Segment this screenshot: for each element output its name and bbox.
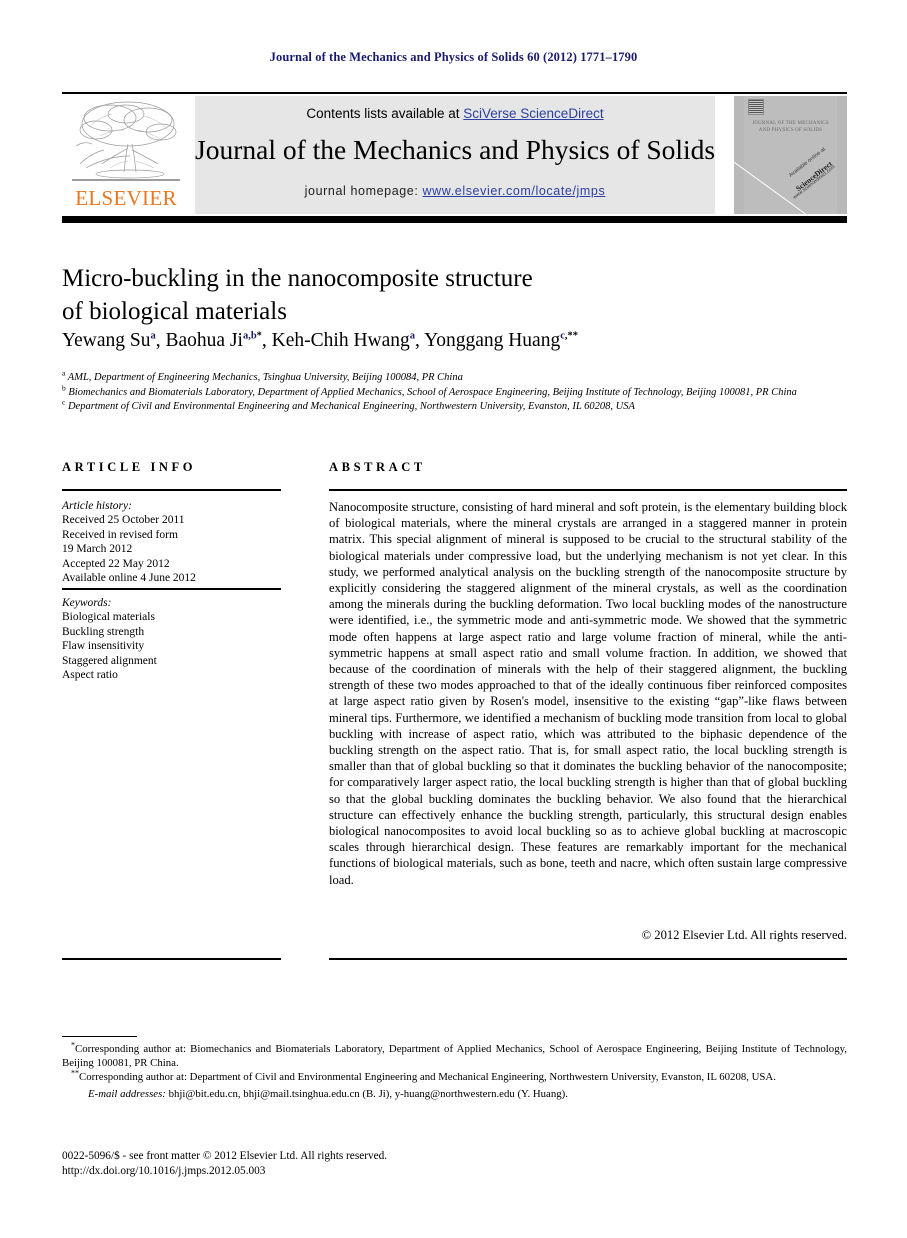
keyword-item: Flaw insensitivity <box>62 640 145 653</box>
abstract-header: ABSTRACT <box>329 460 426 474</box>
email-addresses-value: bhji@bit.edu.cn, bhji@mail.tsinghua.edu.… <box>168 1087 568 1100</box>
article-info-top-rule <box>62 489 281 491</box>
footnote-corresponding-author-2: **Corresponding author at: Department of… <box>62 1068 847 1084</box>
running-head: Journal of the Mechanics and Physics of … <box>269 50 638 64</box>
author-list: Yewang Sua, Baohua Jia,b*, Keh-Chih Hwan… <box>62 330 579 351</box>
article-history-line: Received 25 October 2011 <box>62 514 185 527</box>
journal-article-page: Journal of the Mechanics and Physics of … <box>0 0 907 1238</box>
affiliation-item: b Biomechanics and Biomaterials Laborato… <box>62 384 847 401</box>
page-title: Micro-buckling in the nanocomposite stru… <box>62 262 762 328</box>
article-history-line: 19 March 2012 <box>62 543 133 556</box>
article-history-line: Accepted 22 May 2012 <box>62 557 170 570</box>
elsevier-logo: ELSEVIER <box>62 96 190 214</box>
author-name: Yonggang Huang <box>424 330 561 351</box>
article-history-line: Available online 4 June 2012 <box>62 572 196 585</box>
footnote-block: *Corresponding author at: Biomechanics a… <box>62 1041 847 1101</box>
author-affiliation-marker: a,b <box>242 330 257 342</box>
page-title-line-2: of biological materials <box>62 298 287 325</box>
author-affiliation-marker: a <box>150 330 156 342</box>
masthead-band: Contents lists available at SciVerse Sci… <box>195 96 715 214</box>
elsevier-tree-icon <box>66 98 186 188</box>
affiliation-item: c Department of Civil and Environmental … <box>62 398 847 415</box>
affiliation-text: Department of Civil and Environmental En… <box>65 401 635 412</box>
imprint-block: 0022-5096/$ - see front matter © 2012 El… <box>62 1149 662 1179</box>
footnote-text-1: Corresponding author at: Biomechanics an… <box>62 1043 847 1070</box>
journal-cover-thumbnail: JOURNAL OF THE MECHANICS AND PHYSICS OF … <box>734 96 847 214</box>
affiliation-text: Biomechanics and Biomaterials Laboratory… <box>65 386 797 398</box>
page-title-line-1: Micro-buckling in the nanocomposite stru… <box>62 265 533 292</box>
abstract-top-rule <box>329 489 847 491</box>
footnote-marker-2: ** <box>71 1068 79 1078</box>
keywords-label: Keywords: <box>62 597 112 609</box>
abstract-bottom-rule <box>329 958 847 960</box>
author-name: Keh-Chih Hwang <box>271 330 410 351</box>
email-addresses-label: E-mail addresses: <box>88 1087 166 1100</box>
doi-link[interactable]: http://dx.doi.org/10.1016/j.jmps.2012.05… <box>62 1164 662 1179</box>
cover-publisher-mark-icon <box>748 99 764 115</box>
journal-homepage-link[interactable]: www.elsevier.com/locate/jmps <box>423 184 606 198</box>
abstract-text: Nanocomposite structure, consisting of h… <box>329 500 847 887</box>
corresponding-author-marker: * <box>256 330 262 342</box>
footnote-separator-rule <box>62 1036 137 1038</box>
masthead-top-rule <box>62 92 847 94</box>
affiliation-text: AML, Department of Engineering Mechanics… <box>65 372 463 383</box>
contents-lists-prefix: Contents lists available at <box>306 106 464 121</box>
issn-copyright-line: 0022-5096/$ - see front matter © 2012 El… <box>62 1150 388 1162</box>
cover-inner: JOURNAL OF THE MECHANICS AND PHYSICS OF … <box>734 96 838 214</box>
abstract-copyright: © 2012 Elsevier Ltd. All rights reserved… <box>641 928 847 942</box>
article-history-line: Received in revised form <box>62 528 178 541</box>
article-info-header: ARTICLE INFO <box>62 460 197 474</box>
article-history-rule <box>62 588 281 590</box>
footnote-corresponding-author-1: *Corresponding author at: Biomechanics a… <box>62 1041 847 1070</box>
keyword-item: Biological materials <box>62 611 155 624</box>
elsevier-wordmark: ELSEVIER <box>75 186 177 210</box>
homepage-prefix: journal homepage: <box>304 184 423 198</box>
contents-lists-line: Contents lists available at SciVerse Sci… <box>195 106 715 121</box>
affiliation-item: a AML, Department of Engineering Mechani… <box>62 369 847 386</box>
article-history-label: Article history: <box>62 500 132 512</box>
keyword-item: Staggered alignment <box>62 654 157 667</box>
journal-homepage-line: journal homepage: www.elsevier.com/locat… <box>195 184 715 198</box>
author-name: Baohua Ji <box>165 330 243 351</box>
author-name: Yewang Su <box>62 330 151 351</box>
article-info-bottom-rule <box>62 958 281 960</box>
footnote-emails: E-mail addresses: bhji@bit.edu.cn, bhji@… <box>62 1087 847 1101</box>
sciencedirect-link[interactable]: SciVerse ScienceDirect <box>463 106 603 121</box>
affiliation-list: a AML, Department of Engineering Mechani… <box>62 369 847 415</box>
keyword-item: Aspect ratio <box>62 669 118 682</box>
article-history: Article history: Received 25 October 201… <box>62 499 281 585</box>
cover-title-text: JOURNAL OF THE MECHANICS AND PHYSICS OF … <box>752 121 829 133</box>
masthead-bottom-bar <box>62 216 847 223</box>
keyword-item: Buckling strength <box>62 625 145 638</box>
footnote-text-2: Corresponding author at: Department of C… <box>79 1071 776 1084</box>
keywords-block: Keywords: Biological materials Buckling s… <box>62 596 281 682</box>
corresponding-author-marker: ,** <box>564 330 579 342</box>
journal-masthead: ELSEVIER Contents lists available at Sci… <box>62 96 847 214</box>
author-affiliation-marker: a <box>409 330 416 342</box>
journal-title: Journal of the Mechanics and Physics of … <box>195 134 716 165</box>
